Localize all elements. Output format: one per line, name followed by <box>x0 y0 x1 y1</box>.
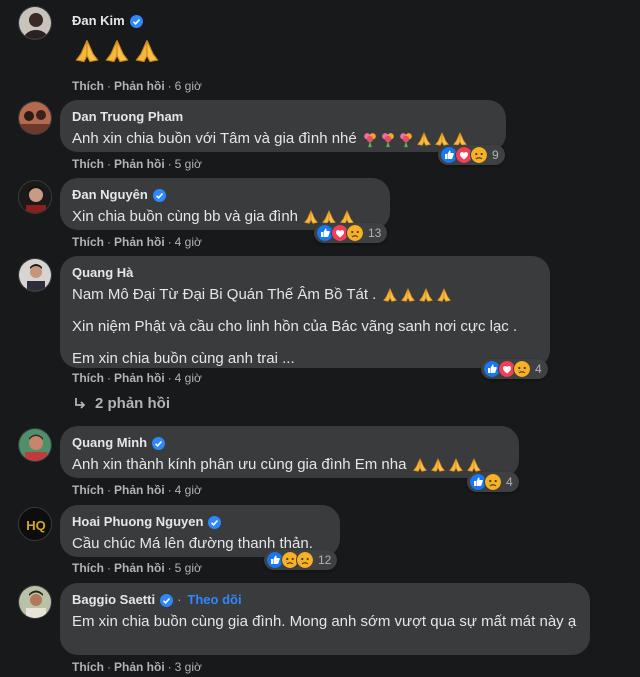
comment-actions: Thích · Phản hồi · 6 giờ <box>72 79 202 93</box>
pray-emoji-icon <box>415 130 433 148</box>
comment-actions: Thích · Phản hồi · 5 giờ <box>72 561 202 575</box>
comment-emoji <box>72 36 248 66</box>
comment-bubble: Quang Minh Anh xin thành kính phân ưu cù… <box>60 426 519 478</box>
reply-link[interactable]: Phản hồi <box>114 561 165 575</box>
verified-badge-icon <box>152 436 166 450</box>
flower-emoji-icon <box>361 130 379 148</box>
comment-author[interactable]: Đan Nguyên <box>72 186 378 204</box>
pray-emoji-icon <box>399 286 417 304</box>
reaction-count: 13 <box>368 226 382 240</box>
reply-link[interactable]: Phản hồi <box>114 79 165 93</box>
verified-badge-icon <box>160 593 174 607</box>
like-link[interactable]: Thích <box>72 371 104 385</box>
comment-time[interactable]: 4 giờ <box>175 235 202 249</box>
pray-emoji-icon <box>429 456 447 474</box>
like-link[interactable]: Thích <box>72 157 104 171</box>
like-link[interactable]: Thích <box>72 79 104 93</box>
pray-emoji-icon <box>381 286 399 304</box>
comment-author[interactable]: Baggio Saetti · Theo dõi <box>72 591 578 609</box>
comment-bubble: Baggio Saetti · Theo dõi Em xin chia buồ… <box>60 583 590 655</box>
comment-bubble: Đan Kim <box>60 4 260 74</box>
comment-author[interactable]: Quang Hà <box>72 264 538 282</box>
reaction-count: 12 <box>318 553 332 567</box>
reaction-count: 9 <box>492 148 499 162</box>
sad-reaction-icon <box>470 146 488 164</box>
avatar[interactable] <box>18 180 52 214</box>
comment-actions: Thích · Phản hồi · 3 giờ <box>72 660 202 674</box>
comment-author[interactable]: Hoai Phuong Nguyen <box>72 513 328 531</box>
comment-time[interactable]: 3 giờ <box>175 660 202 674</box>
comment-text: Em xin chia buồn cùng anh trai ... <box>72 350 295 367</box>
avatar[interactable] <box>18 6 52 40</box>
reactions-summary[interactable]: 12 <box>264 550 338 570</box>
reactions-summary[interactable]: 4 <box>481 359 548 379</box>
comment-bubble: Dan Truong Pham Anh xin chia buồn với Tâ… <box>60 100 506 152</box>
reactions-summary[interactable]: 13 <box>314 223 388 243</box>
svg-text:HQ: HQ <box>26 518 46 533</box>
reactions-summary[interactable]: 4 <box>467 472 519 492</box>
like-link[interactable]: Thích <box>72 660 104 674</box>
comment-text: Em xin chia buồn cùng gia đình. Mong anh… <box>72 613 577 630</box>
comment-time[interactable]: 6 giờ <box>175 79 202 93</box>
comment-time[interactable]: 5 giờ <box>175 561 202 575</box>
avatar[interactable] <box>18 585 52 619</box>
avatar[interactable] <box>18 101 52 135</box>
comment-author[interactable]: Dan Truong Pham <box>72 108 494 126</box>
avatar[interactable] <box>18 258 52 292</box>
like-link[interactable]: Thích <box>72 561 104 575</box>
flower-emoji-icon <box>397 130 415 148</box>
comment-author[interactable]: Quang Minh <box>72 434 507 452</box>
reply-link[interactable]: Phản hồi <box>114 235 165 249</box>
pray-emoji-icon <box>435 286 453 304</box>
flower-emoji-icon <box>379 130 397 148</box>
reply-arrow-icon <box>75 397 86 409</box>
comment-text: Anh xin thành kính phân ưu cùng gia đình… <box>72 454 507 476</box>
comment-bubble: Quang Hà Nam Mô Đại Từ Đại Bi Quán Thế Â… <box>60 256 550 368</box>
reaction-count: 4 <box>535 362 542 376</box>
sad-reaction-icon <box>484 473 502 491</box>
follow-button[interactable]: Theo dõi <box>187 591 241 609</box>
reply-link[interactable]: Phản hồi <box>114 157 165 171</box>
comment-actions: Thích · Phản hồi · 4 giờ <box>72 371 202 385</box>
comment-text: Xin niệm Phật và cầu cho linh hồn của Bá… <box>72 318 518 335</box>
comment-time[interactable]: 4 giờ <box>175 483 202 497</box>
comment-text: Nam Mô Đại Từ Đại Bi Quán Thế Âm Bồ Tát … <box>72 284 538 306</box>
avatar[interactable]: HQ <box>18 507 52 541</box>
sad-reaction-icon <box>513 360 531 378</box>
comment-time[interactable]: 5 giờ <box>175 157 202 171</box>
comment-author[interactable]: Đan Kim <box>72 12 248 30</box>
verified-badge-icon <box>208 515 222 529</box>
reply-link[interactable]: Phản hồi <box>114 483 165 497</box>
reaction-count: 4 <box>506 475 513 489</box>
avatar[interactable] <box>18 428 52 462</box>
reactions-summary[interactable]: 9 <box>438 145 505 165</box>
like-link[interactable]: Thích <box>72 483 104 497</box>
verified-badge-icon <box>152 188 166 202</box>
pray-emoji-icon <box>132 36 162 66</box>
reply-link[interactable]: Phản hồi <box>114 660 165 674</box>
replies-count: 2 phản hồi <box>95 395 170 412</box>
comment-time[interactable]: 4 giờ <box>175 371 202 385</box>
pray-emoji-icon <box>411 456 429 474</box>
pray-emoji-icon <box>102 36 132 66</box>
comment-actions: Thích · Phản hồi · 5 giờ <box>72 157 202 171</box>
pray-emoji-icon <box>72 36 102 66</box>
like-link[interactable]: Thích <box>72 235 104 249</box>
comment-text: Anh xin chia buồn với Tâm và gia đình nh… <box>72 128 494 150</box>
pray-emoji-icon <box>417 286 435 304</box>
comment-actions: Thích · Phản hồi · 4 giờ <box>72 235 202 249</box>
pray-emoji-icon <box>447 456 465 474</box>
view-replies-link[interactable]: 2 phản hồi <box>72 395 170 412</box>
reply-link[interactable]: Phản hồi <box>114 371 165 385</box>
pray-emoji-icon <box>302 208 320 226</box>
verified-badge-icon <box>129 14 143 28</box>
comment-actions: Thích · Phản hồi · 4 giờ <box>72 483 202 497</box>
sad-reaction-icon <box>346 224 364 242</box>
sad-reaction-icon <box>296 551 314 569</box>
